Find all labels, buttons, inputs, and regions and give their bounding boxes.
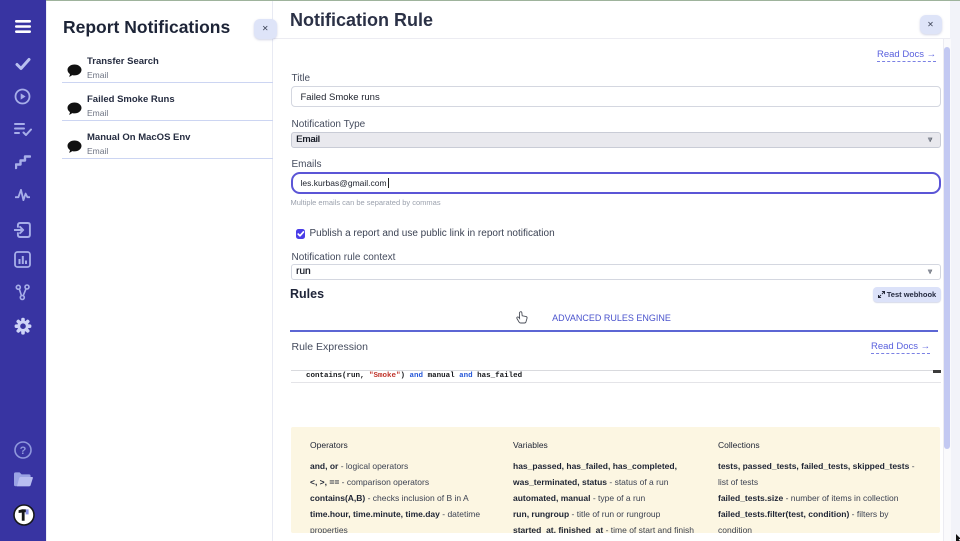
svg-text:?: ? <box>20 445 27 457</box>
